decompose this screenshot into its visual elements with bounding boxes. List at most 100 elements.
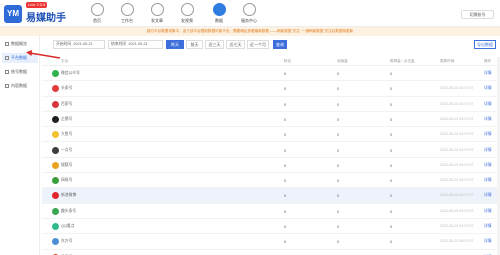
app-logo-icon: YM (4, 5, 22, 23)
fans-value: 0 (284, 116, 287, 122)
fans-value: 0 (284, 101, 287, 107)
platform-logo-icon (52, 238, 59, 246)
reads-value: 0 (337, 208, 340, 214)
detail-link[interactable]: 详情 (484, 127, 492, 142)
update-time: 2021-05-22 04:07:07 (440, 224, 474, 228)
range-3days-button[interactable]: 近三天 (205, 40, 224, 49)
reads-value: 0 (337, 239, 340, 245)
overview-icon (5, 41, 9, 46)
brand-name: 易媒助手 (26, 13, 66, 24)
table-row[interactable]: 企鹅号 0 0 0 2021-05-22 04:07:07 详情 (42, 112, 497, 128)
fans-value: 0 (284, 193, 287, 199)
reads-value: 0 (337, 224, 340, 229)
update-time: 2021-05-22 04:07:07 (440, 101, 474, 106)
platform-name: 一点号 (61, 147, 73, 152)
fans-value: 0 (284, 86, 287, 92)
table-row[interactable]: 趣头条号 0 0 0 2021-05-22 04:07:07 详情 (42, 204, 497, 219)
update-time: 2021-05-22 04:07:07 (440, 250, 473, 255)
table-row[interactable]: QQ看点 0 0 0 2021-05-22 04:07:07 详情 (42, 219, 497, 235)
range-month-button[interactable]: 近一个月 (247, 40, 269, 49)
nav-home[interactable]: 首页 (84, 3, 110, 23)
fans-value: 0 (284, 178, 287, 184)
platform-logo-icon (52, 207, 59, 215)
end-date-field[interactable]: 结束时间 2021-05-21 (108, 40, 163, 49)
update-time: 2021-05-22 04:07:07 (440, 86, 474, 91)
update-time: 2021-05-22 04:07:07 (440, 208, 474, 213)
sidebar-item-content-data[interactable]: 内容数据 (2, 81, 38, 91)
platform-logo-icon (52, 146, 59, 154)
top-bar: YM Live 2.0.5 易媒助手 首页 工作台 发文章 发视频 数据 服务中… (0, 0, 500, 27)
table-row[interactable]: 东方号 0 0 0 2021-05-22 04:07:07 详情 (42, 234, 497, 250)
detail-link[interactable]: 详情 (484, 204, 492, 219)
table-row[interactable]: 一点号 0 0 0 2021-05-22 04:07:07 详情 (42, 143, 497, 158)
detail-link[interactable]: 详情 (484, 143, 492, 158)
detail-link[interactable]: 详情 (484, 219, 492, 234)
update-time: 2021-05-22 04:07:07 (440, 162, 474, 167)
recommend-value: 0 (390, 178, 393, 184)
detail-link[interactable]: 详情 (484, 158, 492, 173)
platform-logo-icon (52, 100, 59, 108)
table-row[interactable]: 搜狐号 0 0 0 2021-05-22 04:07:07 详情 (42, 158, 497, 174)
detail-link[interactable]: 详情 (484, 112, 492, 127)
nav-post-video[interactable]: 发视频 (174, 3, 200, 23)
nav-post-article[interactable]: 发文章 (144, 3, 170, 23)
recommend-value: 0 (390, 71, 393, 76)
table-row[interactable]: 微信公众号 0 0 0 详情 (42, 66, 497, 82)
sidebar-item-account-data[interactable]: 账号数据 (2, 67, 38, 77)
nav-service-center[interactable]: 服务中心 (236, 3, 262, 23)
platform-logo-icon (52, 192, 59, 200)
platform-name: 趣头条号 (61, 208, 77, 213)
recommend-value: 0 (390, 193, 393, 199)
nav-workbench[interactable]: 工作台 (114, 3, 140, 23)
article-icon (150, 3, 164, 16)
detail-link[interactable]: 详情 (484, 66, 492, 81)
table-row[interactable]: 凤凰号 0 0 0 2021-05-22 04:07:07 详情 (42, 250, 497, 255)
reads-value: 0 (337, 132, 340, 138)
recommend-value: 0 (390, 208, 393, 214)
table-row[interactable]: 网易号 0 0 0 2021-05-22 04:07:07 详情 (42, 173, 497, 189)
update-time: 2021-05-22 04:07:07 (440, 178, 474, 183)
detail-link[interactable]: 详情 (484, 97, 492, 112)
table-row[interactable]: 新浪微博 0 0 0 2021-05-22 04:07:07 详情 (42, 188, 497, 204)
platform-name: 搜狐号 (61, 162, 73, 167)
reads-value: 0 (337, 116, 340, 122)
range-day-before-button[interactable]: 前天 (186, 40, 203, 49)
reads-value: 0 (337, 250, 339, 255)
nav-data[interactable]: 数据 (206, 3, 232, 23)
start-date-field[interactable]: 开始时间 2021-05-21 (53, 40, 105, 49)
detail-link[interactable]: 详情 (484, 188, 492, 203)
fans-value: 0 (284, 132, 287, 138)
detail-link[interactable]: 详情 (484, 234, 492, 249)
home-icon (90, 3, 104, 16)
fans-value: 0 (284, 250, 286, 255)
reads-value: 0 (337, 162, 340, 168)
switch-account-button[interactable]: 切换账号 (461, 10, 494, 19)
range-7days-button[interactable]: 近七天 (226, 40, 245, 49)
platform-name: 大鱼号 (61, 132, 73, 137)
platform-logo-icon (52, 115, 59, 123)
table-row[interactable]: 大鱼号 0 0 0 2021-05-22 04:07:07 详情 (42, 127, 497, 143)
recommend-value: 0 (390, 132, 393, 138)
recommend-value: 0 (390, 239, 393, 245)
content-icon (5, 83, 9, 88)
detail-link[interactable]: 详情 (484, 173, 492, 188)
range-yesterday-button[interactable]: 昨天 (166, 40, 184, 49)
fans-value: 0 (284, 208, 287, 214)
detail-link[interactable]: 详情 (484, 250, 492, 255)
table-row[interactable]: 百家号 0 0 0 2021-05-22 04:07:07 详情 (42, 97, 497, 112)
platform-logo-icon (52, 70, 59, 77)
platform-name: 头条号 (61, 86, 73, 91)
reads-value: 0 (337, 71, 340, 76)
table-row[interactable]: 头条号 0 0 0 2021-05-22 04:07:07 详情 (42, 81, 497, 97)
recommend-value: 0 (390, 224, 393, 229)
detail-link[interactable]: 详情 (484, 81, 492, 96)
export-data-button[interactable]: 导出数据 (474, 40, 496, 49)
platform-logo-icon (52, 131, 59, 139)
query-button[interactable]: 查询 (273, 40, 287, 49)
update-time: 2021-05-22 04:07:07 (440, 147, 474, 152)
version-tag: Live 2.0.5 (26, 2, 48, 8)
platform-name: 凤凰号 (61, 250, 72, 255)
update-time: 2021-05-22 04:07:07 (440, 132, 474, 137)
platform-name: 百家号 (61, 101, 73, 106)
fans-value: 0 (284, 71, 287, 76)
